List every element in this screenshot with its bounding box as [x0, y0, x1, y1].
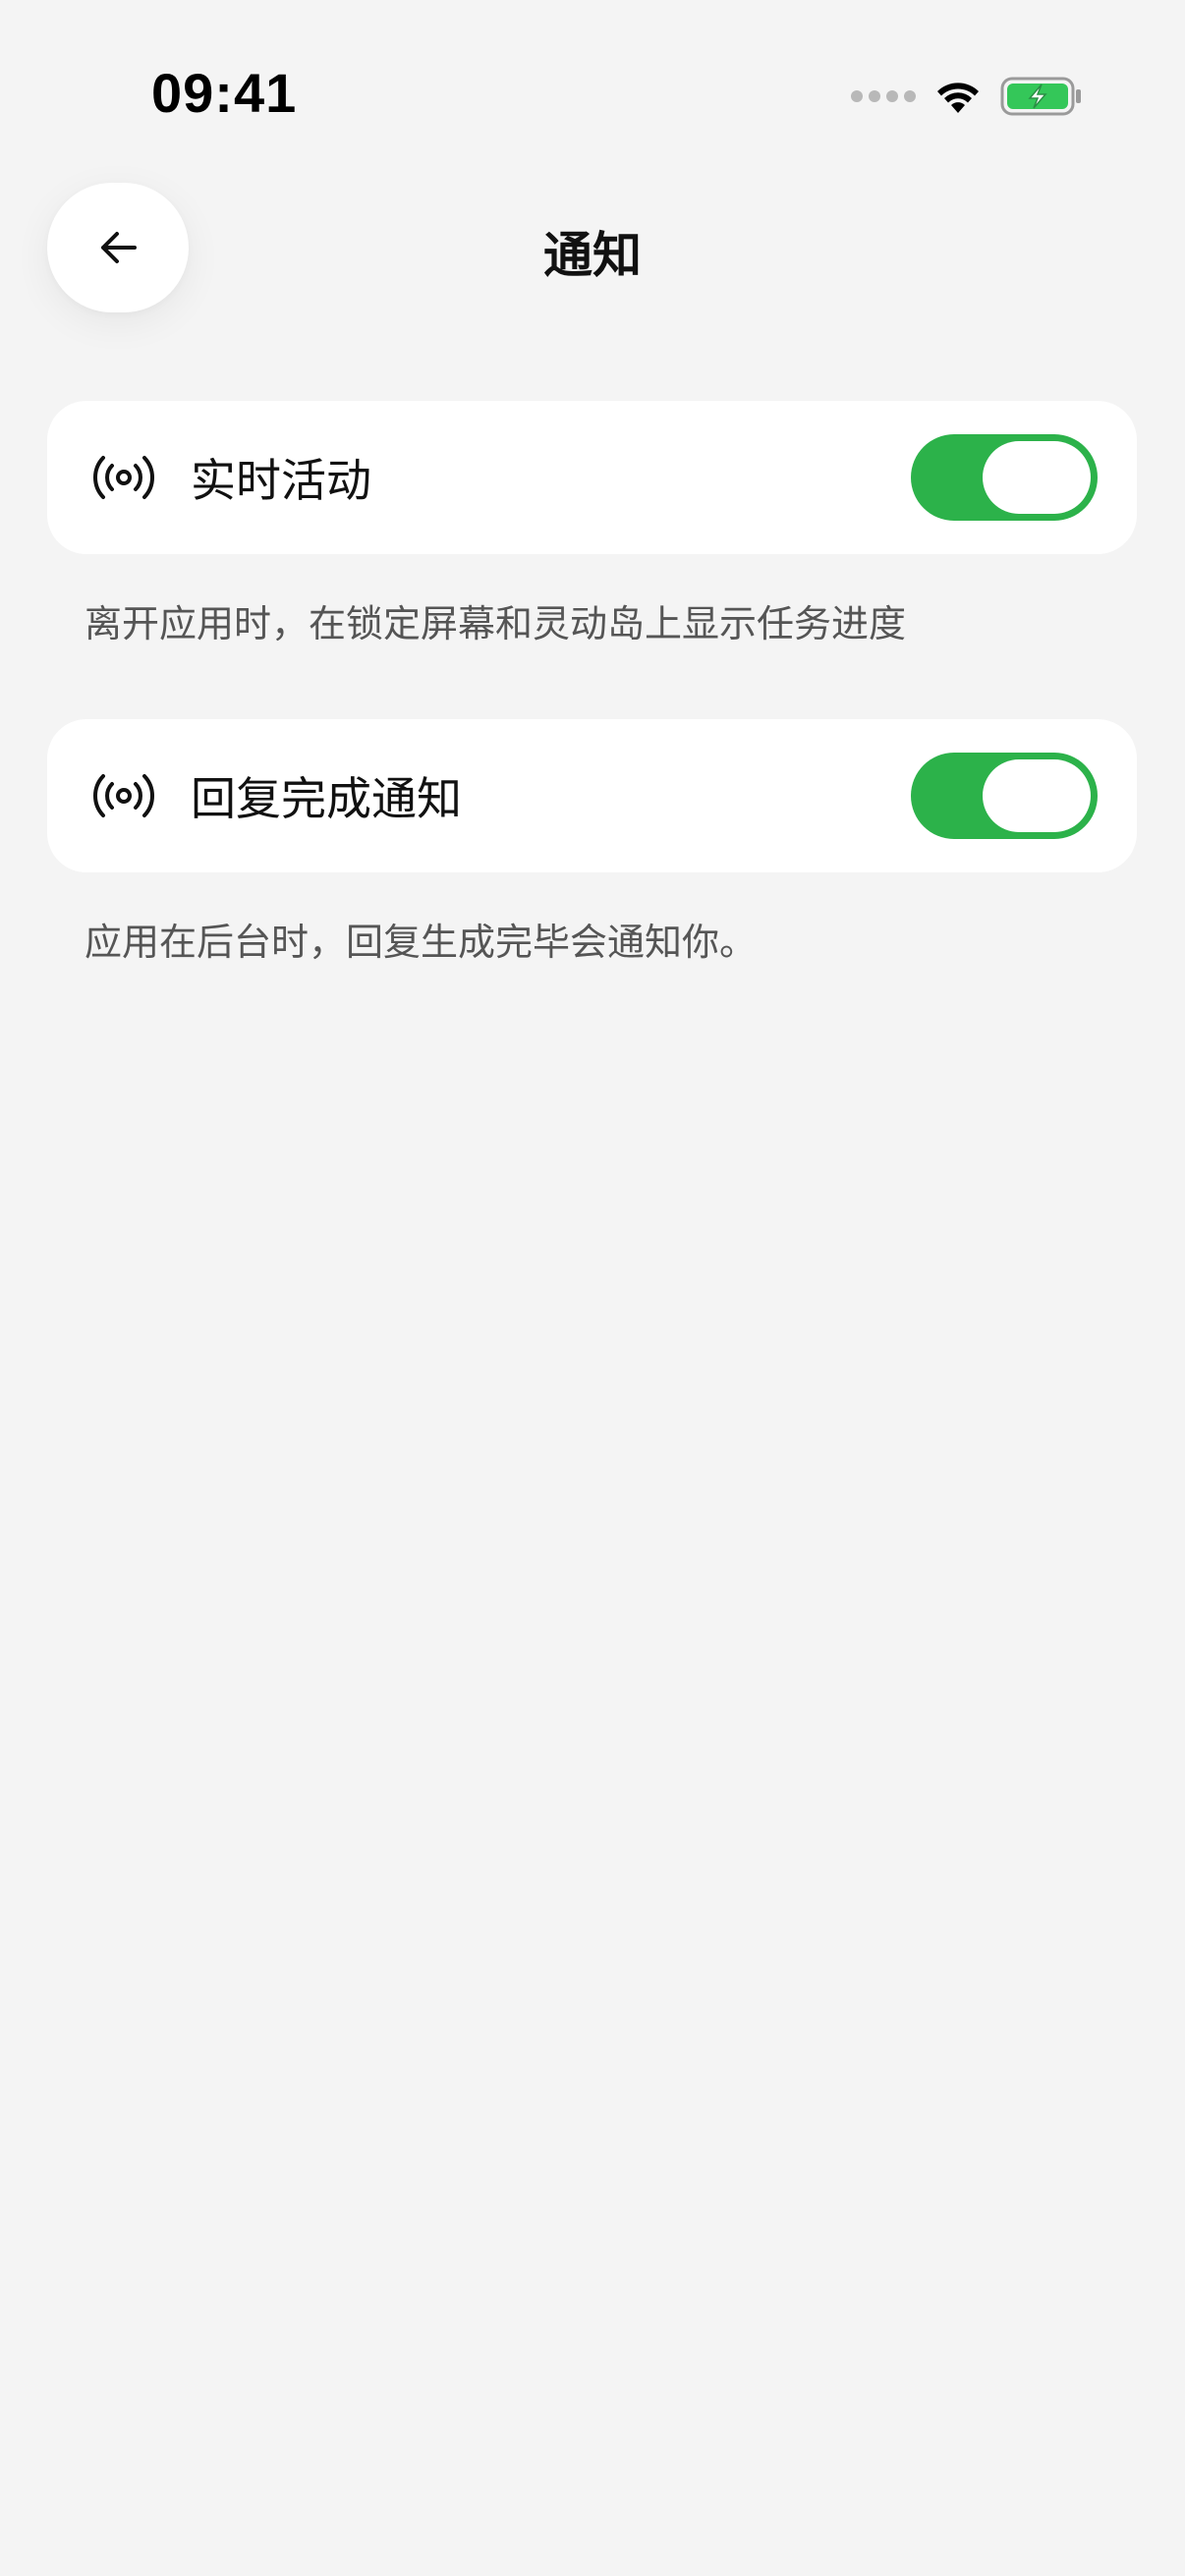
status-bar: 09:41 — [0, 0, 1185, 187]
battery-charging-icon — [1000, 77, 1081, 116]
status-icons — [851, 71, 1083, 122]
setting-card-live-activity: 实时活动 — [47, 401, 1137, 554]
setting-card-reply-notification: 回复完成通知 — [47, 719, 1137, 872]
live-activity-toggle[interactable] — [911, 434, 1098, 521]
setting-label: 回复完成通知 — [191, 772, 462, 825]
signal-dots-icon — [851, 90, 916, 102]
page-title: 通知 — [543, 227, 642, 284]
toggle-knob — [983, 441, 1091, 514]
broadcast-icon — [93, 774, 154, 817]
reply-notification-toggle[interactable] — [911, 753, 1098, 839]
setting-description: 应用在后台时，回复生成完毕会通知你。 — [85, 921, 758, 964]
setting-description: 离开应用时，在锁定屏幕和灵动岛上显示任务进度 — [85, 602, 907, 645]
toggle-knob — [983, 759, 1091, 832]
broadcast-icon — [93, 456, 154, 499]
status-time: 09:41 — [151, 62, 298, 124]
wifi-icon — [937, 83, 979, 113]
setting-label: 实时活动 — [191, 454, 371, 507]
